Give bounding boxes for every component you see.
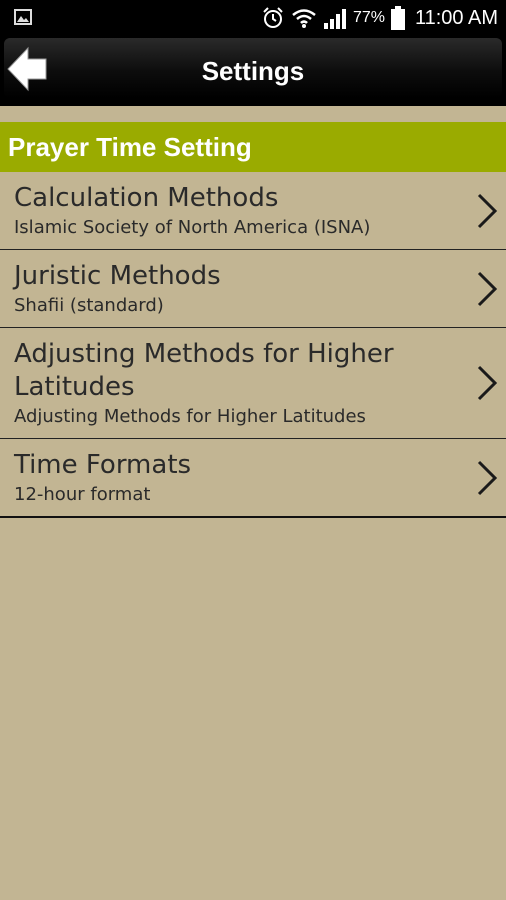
setting-subtitle: Adjusting Methods for Higher Latitudes — [14, 406, 366, 427]
setting-juristic-methods[interactable]: Juristic Methods Shafii (standard) — [0, 250, 506, 328]
alarm-icon — [263, 7, 283, 28]
setting-title: Adjusting Methods for Higher Latitudes — [14, 339, 394, 402]
setting-subtitle: Shafii (standard) — [14, 295, 164, 316]
settings-list: Calculation Methods Islamic Society of N… — [0, 172, 506, 518]
setting-time-formats[interactable]: Time Formats 12-hour format — [0, 439, 506, 518]
setting-calculation-methods[interactable]: Calculation Methods Islamic Society of N… — [0, 172, 506, 250]
status-time: 11:00 AM — [414, 6, 498, 29]
chevron-right-icon — [477, 271, 498, 306]
status-bar: 77% 11:00 AM — [0, 0, 506, 36]
page-title: Settings — [201, 55, 305, 86]
signal-icon — [323, 9, 346, 29]
chevron-right-icon — [477, 193, 498, 228]
wifi-icon — [292, 9, 316, 28]
back-arrow-icon[interactable] — [6, 46, 48, 92]
setting-title: Calculation Methods — [14, 183, 279, 213]
battery-percent: 77% — [352, 9, 385, 26]
battery-icon — [390, 6, 405, 30]
chevron-right-icon — [477, 460, 498, 495]
setting-title: Juristic Methods — [14, 261, 221, 291]
section-header: Prayer Time Setting — [0, 122, 506, 172]
gallery-icon — [14, 9, 32, 25]
chevron-right-icon — [477, 365, 498, 401]
setting-title: Time Formats — [14, 450, 192, 480]
setting-subtitle: Islamic Society of North America (ISNA) — [14, 217, 371, 238]
setting-higher-latitudes[interactable]: Adjusting Methods for Higher Latitudes A… — [0, 328, 506, 439]
title-bar: Settings — [0, 36, 506, 106]
setting-subtitle: 12-hour format — [14, 484, 151, 505]
